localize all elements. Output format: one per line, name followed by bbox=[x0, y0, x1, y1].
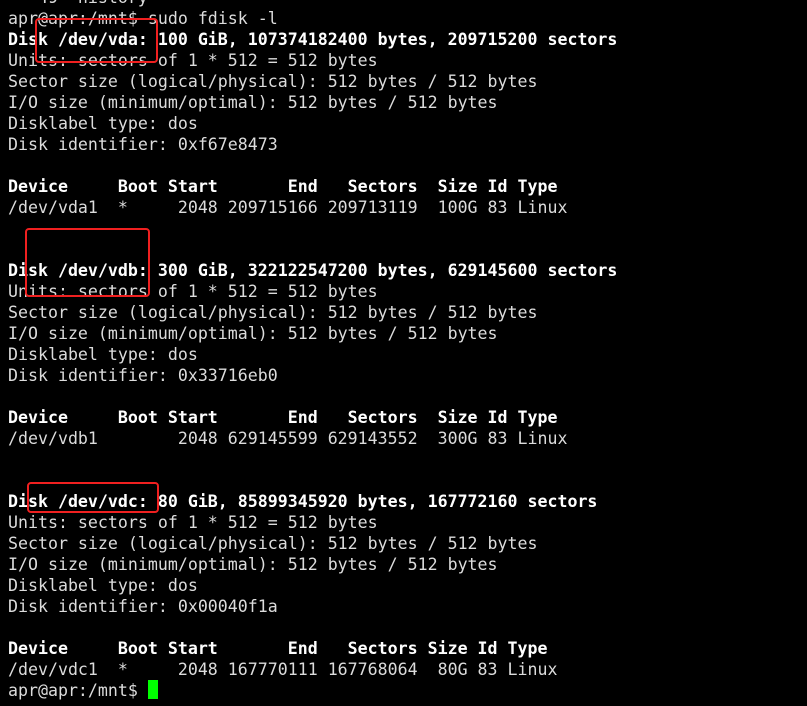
terminal-line: Sector size (logical/physical): 512 byte… bbox=[8, 534, 538, 553]
prompt-line[interactable]: apr@apr:/mnt$ bbox=[8, 680, 617, 701]
terminal-line: Units: sectors of 1 * 512 = 512 bytes bbox=[8, 513, 378, 532]
terminal-line: /dev/vdb1 2048 629145599 629143552 300G … bbox=[8, 429, 568, 448]
highlight-box-vdc bbox=[27, 482, 159, 513]
terminal-line: Device Boot Start End Sectors Size Id Ty… bbox=[8, 177, 558, 196]
highlight-box-vda bbox=[35, 18, 158, 63]
cursor-block bbox=[147, 680, 158, 699]
terminal-line: 49 history bbox=[8, 0, 617, 8]
terminal-line: /dev/vdc1 * 2048 167770111 167768064 80G… bbox=[8, 660, 558, 679]
terminal-line: Disk identifier: 0xf67e8473 bbox=[8, 135, 278, 154]
terminal-output[interactable]: 49 historyapr@apr:/mnt$ sudo fdisk -lDis… bbox=[8, 0, 617, 701]
terminal-line: Sector size (logical/physical): 512 byte… bbox=[8, 303, 538, 322]
shell-prompt: apr@apr:/mnt$ bbox=[8, 681, 148, 700]
terminal-line: Device Boot Start End Sectors Size Id Ty… bbox=[8, 408, 558, 427]
highlight-box-vdb bbox=[25, 228, 150, 297]
terminal-line: I/O size (minimum/optimal): 512 bytes / … bbox=[8, 555, 498, 574]
terminal-line: I/O size (minimum/optimal): 512 bytes / … bbox=[8, 324, 498, 343]
terminal-line: Disklabel type: dos bbox=[8, 345, 198, 364]
terminal-line: Sector size (logical/physical): 512 byte… bbox=[8, 72, 538, 91]
terminal-line: /dev/vda1 * 2048 209715166 209713119 100… bbox=[8, 198, 568, 217]
terminal-line: Disk identifier: 0x33716eb0 bbox=[8, 366, 278, 385]
terminal-line: I/O size (minimum/optimal): 512 bytes / … bbox=[8, 93, 498, 112]
terminal-line: Disk identifier: 0x00040f1a bbox=[8, 597, 278, 616]
terminal-line: Disklabel type: dos bbox=[8, 576, 198, 595]
terminal-line: Device Boot Start End Sectors Size Id Ty… bbox=[8, 639, 548, 658]
terminal-line: Disklabel type: dos bbox=[8, 114, 198, 133]
